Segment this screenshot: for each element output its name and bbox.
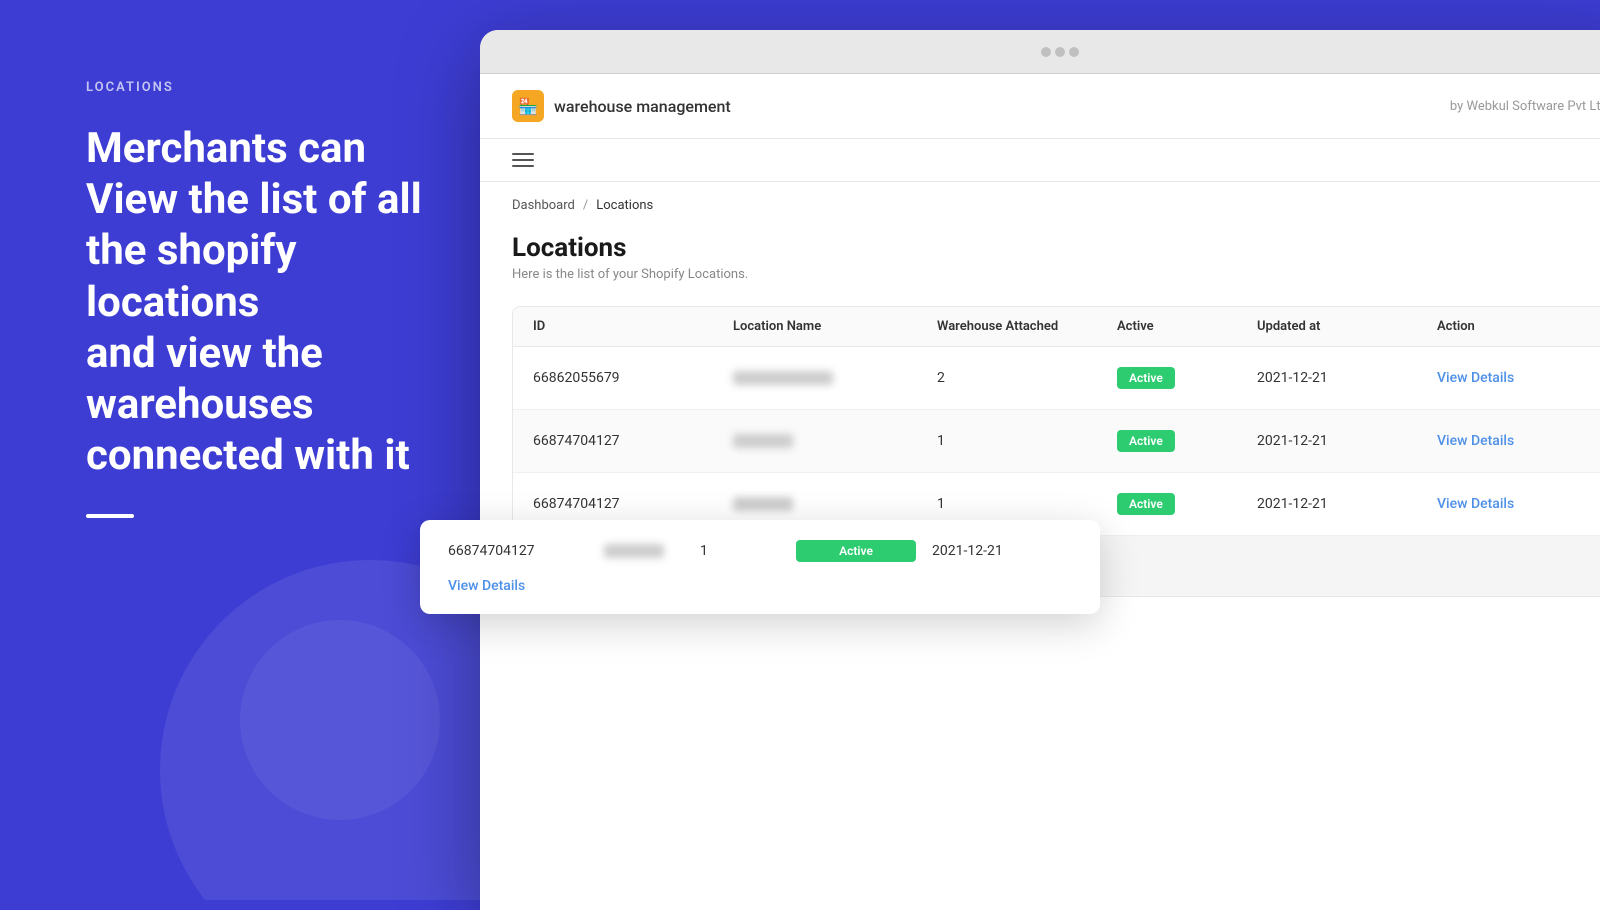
main-text-line3: the shopify locations [86, 226, 297, 326]
floating-warehouse: 1 [700, 543, 780, 559]
divider-line [86, 514, 134, 518]
active-badge: Active [1117, 430, 1175, 452]
app-title: warehouse management [554, 97, 731, 116]
row3-active: Active [1117, 493, 1257, 515]
floating-card: 66874704127 1 Active 2021-12-21 View Det… [420, 520, 1100, 614]
col-header-action: Action [1437, 319, 1587, 334]
left-panel: LOCATIONS Merchants can View the list of… [0, 0, 520, 900]
location-name-blur-sm [733, 434, 793, 448]
breadcrumb-separator: / [583, 198, 588, 213]
active-badge: Active [1117, 367, 1175, 389]
hamburger-menu[interactable] [512, 153, 1600, 167]
browser-dot-1 [1041, 47, 1051, 57]
location-name-blur-sm2 [733, 497, 793, 511]
row2-action: View Details [1437, 433, 1587, 449]
decorative-circle-2 [240, 620, 440, 820]
hamburger-line-1 [512, 153, 534, 155]
right-panel: 🏪 warehouse management by Webkul Softwar… [480, 30, 1600, 910]
floating-active-badge: Active [796, 540, 916, 562]
col-header-active: Active [1117, 319, 1257, 334]
breadcrumb-home[interactable]: Dashboard [512, 198, 575, 213]
browser-frame: 🏪 warehouse management by Webkul Softwar… [480, 30, 1600, 910]
row2-location-name [733, 434, 937, 448]
location-name-blur [733, 371, 833, 385]
row2-updated: 2021-12-21 [1257, 433, 1437, 449]
table-row: 66874704127 1 Active 2021-12-21 View Det… [513, 410, 1600, 473]
row3-warehouse: 1 [937, 496, 1117, 512]
view-details-link[interactable]: View Details [1437, 433, 1514, 449]
hamburger-line-2 [512, 159, 534, 161]
page-title: Locations [512, 233, 1600, 263]
section-label: LOCATIONS [86, 80, 434, 95]
view-details-link[interactable]: View Details [1437, 370, 1514, 386]
row3-id: 66874704127 [533, 496, 733, 512]
row1-active: Active [1117, 367, 1257, 389]
row2-id: 66874704127 [533, 433, 733, 449]
main-text-line2: View the list of all [86, 175, 422, 224]
browser-dot-2 [1055, 47, 1065, 57]
row1-warehouse: 2 [937, 370, 1117, 386]
app-logo: 🏪 warehouse management [512, 90, 731, 122]
col-header-warehouse: Warehouse Attached [937, 319, 1117, 334]
view-details-link[interactable]: View Details [1437, 496, 1514, 512]
floating-view-details[interactable]: View Details [448, 578, 588, 594]
logo-icon: 🏪 [512, 90, 544, 122]
row1-location-name [733, 371, 937, 385]
row1-action: View Details [1437, 370, 1587, 386]
main-text: Merchants can View the list of all the s… [86, 123, 434, 482]
logo-emoji: 🏪 [518, 97, 538, 116]
active-badge: Active [1117, 493, 1175, 515]
col-header-id: ID [533, 319, 733, 334]
app-byline: by Webkul Software Pvt Ltd [1450, 99, 1600, 114]
hamburger-line-3 [512, 165, 534, 167]
browser-dot-3 [1069, 47, 1079, 57]
nav-bar [480, 139, 1600, 182]
row2-warehouse: 1 [937, 433, 1117, 449]
row1-id: 66862055679 [533, 370, 733, 386]
page-subtitle: Here is the list of your Shopify Locatio… [512, 267, 1600, 282]
main-text-line6: connected with it [86, 431, 410, 480]
floating-card-row: 66874704127 1 Active 2021-12-21 View Det… [448, 540, 1072, 594]
floating-updated: 2021-12-21 [932, 543, 1072, 559]
floating-location-blur [604, 544, 664, 558]
row3-updated: 2021-12-21 [1257, 496, 1437, 512]
col-header-updated: Updated at [1257, 319, 1437, 334]
table-row: 66862055679 2 Active 2021-12-21 View Det… [513, 347, 1600, 410]
main-text-line4: and view the [86, 329, 323, 378]
main-text-line5: warehouses [86, 380, 314, 429]
row2-active: Active [1117, 430, 1257, 452]
row1-updated: 2021-12-21 [1257, 370, 1437, 386]
row3-location-name [733, 497, 937, 511]
breadcrumb: Dashboard / Locations [480, 182, 1600, 213]
main-text-line1: Merchants can [86, 124, 366, 173]
app-header: 🏪 warehouse management by Webkul Softwar… [480, 74, 1600, 139]
browser-content: 🏪 warehouse management by Webkul Softwar… [480, 74, 1600, 910]
breadcrumb-current: Locations [596, 198, 653, 213]
col-header-location: Location Name [733, 319, 937, 334]
floating-id: 66874704127 [448, 543, 588, 559]
browser-topbar [480, 30, 1600, 74]
row3-action: View Details [1437, 496, 1587, 512]
table-header: ID Location Name Warehouse Attached Acti… [513, 307, 1600, 347]
